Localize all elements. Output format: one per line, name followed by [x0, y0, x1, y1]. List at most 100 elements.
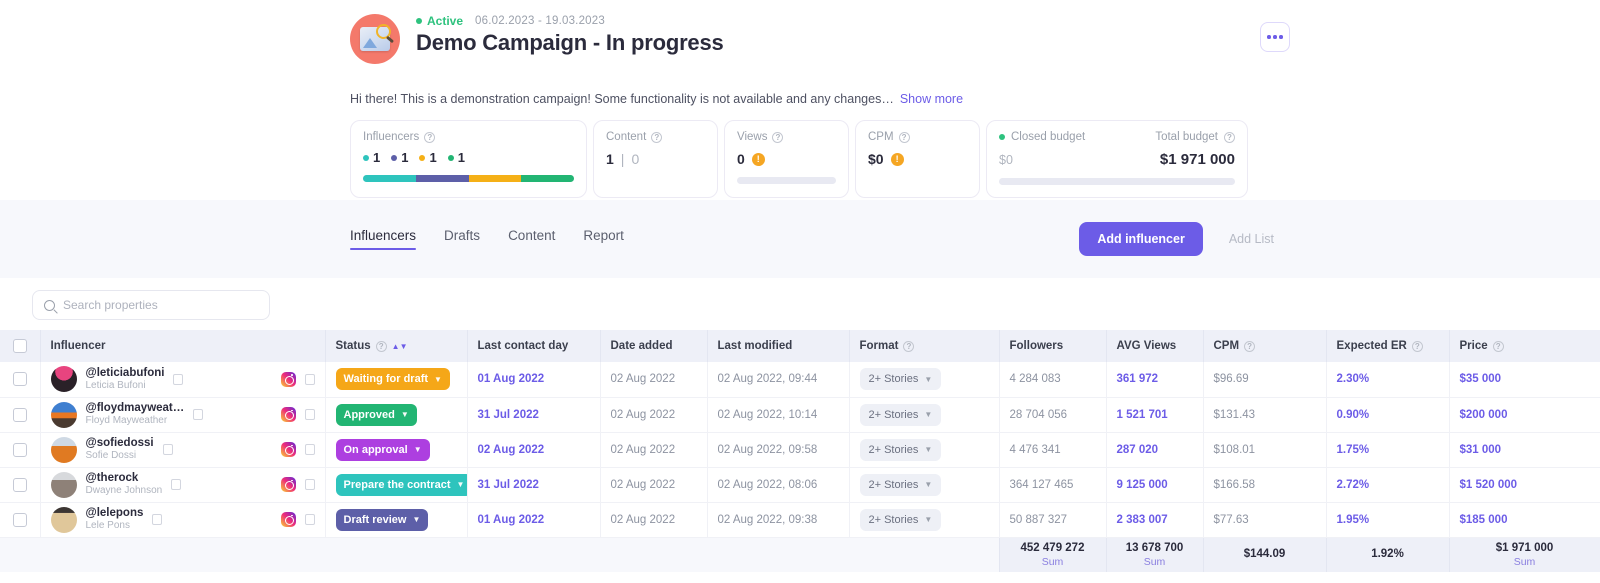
format-dropdown[interactable]: 2+ Stories ▼	[859, 508, 942, 531]
instagram-icon[interactable]	[280, 407, 296, 422]
header-price[interactable]: Price?	[1449, 330, 1600, 362]
row-select-cell[interactable]	[0, 502, 41, 538]
last-contact-day-value[interactable]: 01 Aug 2022	[478, 373, 545, 385]
expected-er-value[interactable]: 2.30%	[1337, 373, 1370, 385]
header-followers[interactable]: Followers	[999, 330, 1107, 362]
row-select-cell[interactable]	[0, 397, 41, 433]
add-list-button[interactable]: Add List	[1213, 222, 1290, 256]
header-last-contact-day[interactable]: Last contact day	[467, 330, 601, 362]
copy-icon[interactable]	[302, 407, 315, 420]
select-all-checkbox[interactable]	[12, 339, 27, 353]
status-badge[interactable]: Approved ▼	[335, 403, 417, 426]
row-checkbox[interactable]	[12, 407, 27, 422]
header-last-modified[interactable]: Last modified	[707, 330, 850, 362]
avg-views-value[interactable]: 2 383 007	[1117, 514, 1168, 526]
header-cpm[interactable]: CPM?	[1203, 330, 1327, 362]
table-row[interactable]: @floydmayweat… Floyd Mayweather Approved ▼ 3…	[0, 397, 1600, 433]
avg-views-value[interactable]: 9 125 000	[1117, 479, 1168, 491]
influencer-handle[interactable]: @therock	[86, 472, 139, 484]
copy-icon[interactable]	[191, 407, 204, 420]
row-select-cell[interactable]	[0, 362, 41, 398]
avg-views-value[interactable]: 361 972	[1117, 373, 1159, 385]
copy-icon[interactable]	[171, 371, 184, 385]
help-icon[interactable]: ?	[1411, 340, 1423, 352]
table-row[interactable]: @leticiabufoni Leticia Bufoni Waiting for …	[0, 362, 1600, 398]
copy-icon[interactable]	[302, 442, 315, 455]
table-row[interactable]: @therock Dwayne Johnson Prepare the contra…	[0, 467, 1600, 503]
header-format[interactable]: Format?	[849, 330, 1000, 362]
header-status[interactable]: Status ? ▲▼	[325, 330, 468, 362]
row-checkbox[interactable]	[12, 512, 27, 527]
format-dropdown[interactable]: 2+ Stories ▼	[859, 368, 942, 391]
avg-views-value[interactable]: 287 020	[1117, 444, 1159, 456]
campaign-header: Active 06.02.2023 - 19.03.2023 Demo Camp…	[0, 0, 1600, 200]
influencer-handle[interactable]: @leticiabufoni	[86, 367, 165, 379]
expected-er-value[interactable]: 1.95%	[1337, 514, 1370, 526]
format-dropdown[interactable]: 2+ Stories ▼	[859, 438, 942, 461]
help-icon[interactable]: ?	[903, 340, 915, 352]
help-icon[interactable]: ?	[1492, 340, 1504, 352]
price-value[interactable]: $185 000	[1460, 514, 1508, 526]
header-expected-er[interactable]: Expected ER?	[1326, 330, 1450, 362]
last-contact-day-value[interactable]: 01 Aug 2022	[478, 514, 545, 526]
price-value[interactable]: $1 520 000	[1460, 479, 1518, 491]
tab-drafts[interactable]: Drafts	[444, 228, 480, 250]
search-input[interactable]	[63, 298, 258, 312]
header-avg-views[interactable]: AVG Views	[1106, 330, 1204, 362]
help-icon[interactable]: ?	[898, 131, 910, 143]
expected-er-value[interactable]: 0.90%	[1337, 409, 1370, 421]
header-select-all[interactable]	[0, 330, 41, 362]
copy-icon[interactable]	[169, 477, 182, 490]
status-badge[interactable]: Prepare the contract ▼	[335, 473, 466, 496]
row-select-cell[interactable]	[0, 432, 41, 468]
row-checkbox[interactable]	[12, 372, 27, 387]
status-badge[interactable]: Draft review ▼	[335, 508, 429, 531]
copy-icon[interactable]	[302, 371, 315, 385]
last-contact-day-value[interactable]: 31 Jul 2022	[478, 409, 539, 421]
tab-influencers[interactable]: Influencers	[350, 228, 417, 250]
row-checkbox[interactable]	[12, 477, 27, 492]
price-value[interactable]: $31 000	[1460, 444, 1502, 456]
header-influencer[interactable]: Influencer	[40, 330, 326, 362]
sort-icon[interactable]: ▲▼	[392, 342, 408, 350]
copy-icon[interactable]	[160, 442, 173, 455]
expected-er-value[interactable]: 2.72%	[1337, 479, 1370, 491]
copy-icon[interactable]	[302, 512, 315, 525]
status-badge[interactable]: Waiting for draft ▼	[335, 368, 450, 391]
instagram-icon[interactable]	[280, 477, 296, 492]
help-icon[interactable]: ?	[424, 131, 436, 143]
add-influencer-button[interactable]: Add influencer	[1079, 222, 1203, 256]
help-icon[interactable]: ?	[651, 131, 663, 143]
table-row[interactable]: @sofiedossi Sofie Dossi On approval ▼ 02 Aug…	[0, 432, 1600, 468]
format-dropdown[interactable]: 2+ Stories ▼	[859, 403, 942, 426]
show-more-link[interactable]: Show more	[900, 92, 963, 106]
table-row[interactable]: @lelepons Lele Pons Draft review ▼ 01 Aug 20…	[0, 502, 1600, 538]
expected-er-value[interactable]: 1.75%	[1337, 444, 1370, 456]
help-icon[interactable]: ?	[1224, 131, 1235, 143]
price-value[interactable]: $35 000	[1460, 373, 1502, 385]
more-options-button[interactable]	[1260, 22, 1290, 52]
tab-content[interactable]: Content	[508, 228, 555, 250]
row-select-cell[interactable]	[0, 467, 41, 503]
status-badge[interactable]: On approval ▼	[335, 438, 430, 461]
last-contact-day-value[interactable]: 31 Jul 2022	[478, 479, 539, 491]
copy-icon[interactable]	[150, 512, 163, 525]
help-icon[interactable]: ?	[375, 340, 387, 352]
price-value[interactable]: $200 000	[1460, 409, 1508, 421]
influencer-handle[interactable]: @sofiedossi	[86, 437, 154, 449]
tab-report[interactable]: Report	[583, 228, 624, 250]
influencer-handle[interactable]: @floydmayweat…	[86, 402, 185, 414]
copy-icon[interactable]	[302, 477, 315, 490]
influencer-handle[interactable]: @lelepons	[86, 507, 144, 519]
instagram-icon[interactable]	[280, 442, 296, 457]
avg-views-value[interactable]: 1 521 701	[1117, 409, 1168, 421]
search-box[interactable]	[32, 290, 270, 320]
row-checkbox[interactable]	[12, 442, 27, 457]
format-dropdown[interactable]: 2+ Stories ▼	[859, 473, 942, 496]
instagram-icon[interactable]	[280, 371, 296, 387]
help-icon[interactable]: ?	[772, 131, 784, 143]
last-contact-day-value[interactable]: 02 Aug 2022	[478, 444, 545, 456]
help-icon[interactable]: ?	[1244, 340, 1256, 352]
header-date-added[interactable]: Date added	[600, 330, 708, 362]
instagram-icon[interactable]	[280, 512, 296, 527]
